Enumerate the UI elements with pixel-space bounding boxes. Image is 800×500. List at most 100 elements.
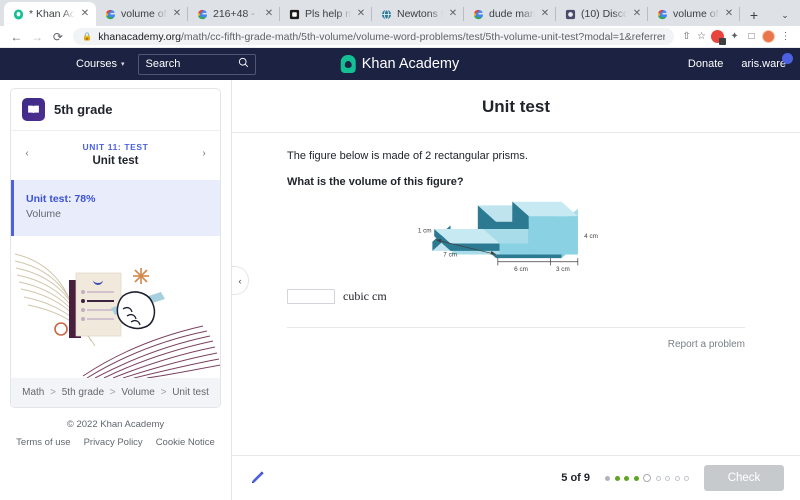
new-tab-button[interactable]: + — [743, 4, 765, 26]
cookie-notice-link[interactable]: Cookie Notice — [156, 437, 215, 448]
pencil-icon[interactable] — [248, 469, 266, 487]
search-placeholder: Search — [145, 58, 238, 70]
unit-info: UNIT 11: TEST Unit test — [35, 139, 196, 167]
figure-label-1cm: 1 cm — [418, 228, 432, 235]
chevron-down-icon[interactable]: ⌄ — [774, 4, 796, 26]
chevron-down-icon: ▾ — [121, 60, 125, 68]
next-unit-icon[interactable]: › — [196, 148, 212, 159]
answer-input[interactable] — [287, 289, 335, 304]
unit-navigator: ‹ UNIT 11: TEST Unit test › — [11, 131, 220, 173]
geometry-figure: 1 cm 7 cm 6 cm 3 cm 4 cm — [287, 188, 745, 282]
breadcrumb-item-volume[interactable]: Volume — [121, 387, 154, 398]
side-panel-icon[interactable]: □ — [743, 28, 760, 45]
exercise-content: The figure below is made of 2 rectangula… — [232, 133, 800, 455]
close-icon[interactable]: ✕ — [80, 9, 90, 19]
progress-dot — [665, 476, 670, 481]
terms-of-use-link[interactable]: Terms of use — [16, 437, 70, 448]
donate-link[interactable]: Donate — [688, 58, 723, 70]
back-button[interactable]: ← — [6, 27, 27, 47]
breadcrumb: Math > 5th grade > Volume > Unit test — [11, 378, 220, 407]
browser-tab-title: 216+48 - Google — [213, 8, 259, 20]
breadcrumb-item-math[interactable]: Math — [22, 387, 44, 398]
close-icon[interactable]: ✕ — [172, 9, 182, 19]
chevron-left-icon: ‹ — [239, 276, 242, 286]
close-icon[interactable]: ✕ — [356, 9, 366, 19]
brand-logo[interactable]: Khan Academy — [341, 55, 460, 73]
url-host: khanacademy.org — [98, 31, 181, 43]
unit-name: Unit test — [35, 155, 196, 167]
course-card: 5th grade ‹ UNIT 11: TEST Unit test › Un… — [10, 88, 221, 408]
browser-tab[interactable]: (10) Discover - R ✕ — [556, 2, 648, 26]
forward-button[interactable]: → — [27, 27, 48, 47]
browser-tab[interactable]: 216+48 - Google ✕ — [188, 2, 280, 26]
close-icon[interactable]: ✕ — [540, 9, 550, 19]
brand-name: Khan Academy — [362, 56, 460, 72]
browser-tab[interactable]: dude man piggy ✕ — [464, 2, 556, 26]
browser-tab-strip: * Khan Academy ✕ volume of a recta ✕ 216… — [0, 0, 800, 26]
share-icon[interactable]: ⇧ — [679, 29, 694, 44]
breadcrumb-item-grade[interactable]: 5th grade — [62, 387, 104, 398]
progress-dot-current — [643, 474, 651, 482]
header-right: Donate aris.ware — [688, 58, 786, 70]
browser-tab[interactable]: * Khan Academy ✕ — [4, 2, 96, 26]
khan-leaf-icon — [341, 55, 356, 73]
page-title: Unit test — [232, 80, 800, 132]
user-name: aris.ware — [741, 58, 786, 70]
close-icon[interactable]: ✕ — [724, 9, 734, 19]
courses-label: Courses — [76, 58, 117, 70]
browser-tab[interactable]: volume of a recta ✕ — [96, 2, 188, 26]
courses-menu[interactable]: Courses ▾ — [76, 58, 124, 70]
progress-dot — [624, 476, 629, 481]
test-illustration — [11, 236, 220, 378]
progress-dots — [605, 474, 689, 482]
breadcrumb-separator: > — [161, 387, 167, 398]
user-menu[interactable]: aris.ware — [741, 58, 786, 70]
figure-label-4cm: 4 cm — [584, 233, 598, 240]
figure-label-7cm: 7 cm — [443, 251, 457, 258]
search-icon — [238, 57, 249, 71]
bookmark-star-icon[interactable]: ☆ — [694, 29, 709, 44]
close-icon[interactable]: ✕ — [264, 9, 274, 19]
browser-tab[interactable]: Newtons Laws an ✕ — [372, 2, 464, 26]
browser-tab-title: Pls help me answ — [305, 8, 351, 20]
close-icon[interactable]: ✕ — [632, 9, 642, 19]
sidebar: 5th grade ‹ UNIT 11: TEST Unit test › Un… — [0, 80, 232, 500]
google-icon — [197, 9, 208, 20]
search-input[interactable]: Search — [138, 54, 256, 75]
site-header: Courses ▾ Search Khan Academy Donate ari… — [0, 48, 800, 80]
browser-menu-icon[interactable]: ⋮ — [777, 28, 794, 45]
unit-progress-title: Unit test: 78% — [26, 193, 220, 205]
url-path: /math/cc-fifth-grade-math/5th-volume/vol… — [181, 31, 665, 43]
progress-dot — [615, 476, 620, 481]
breadcrumb-separator: > — [110, 387, 116, 398]
google-icon — [657, 9, 668, 20]
progress-dot — [675, 476, 680, 481]
extension-badge-icon[interactable] — [709, 28, 726, 45]
figure-label-6cm: 6 cm — [514, 266, 528, 273]
browser-tab[interactable]: volume of 2 recta ✕ — [648, 2, 740, 26]
prompt-text: The figure below is made of 2 rectangula… — [287, 133, 745, 162]
book-icon — [22, 98, 45, 121]
browser-tab[interactable]: Pls help me answ ✕ — [280, 2, 372, 26]
close-icon[interactable]: ✕ — [448, 9, 458, 19]
browser-tab-title: volume of a recta — [121, 8, 167, 20]
report-problem-link[interactable]: Report a problem — [668, 339, 745, 350]
course-header[interactable]: 5th grade — [11, 89, 220, 131]
extensions-puzzle-icon[interactable]: ✦ — [726, 28, 743, 45]
breadcrumb-item-unit-test[interactable]: Unit test — [172, 387, 209, 398]
address-bar[interactable]: 🔒 khanacademy.org/math/cc-fifth-grade-ma… — [73, 28, 674, 45]
avatar[interactable] — [760, 28, 777, 45]
url-text: khanacademy.org/math/cc-fifth-grade-math… — [98, 31, 665, 43]
app-icon — [565, 9, 576, 20]
avatar — [782, 53, 793, 64]
unit-progress-item[interactable]: Unit test: 78% Volume — [11, 180, 220, 236]
check-button[interactable]: Check — [704, 465, 784, 491]
privacy-policy-link[interactable]: Privacy Policy — [84, 437, 143, 448]
browser-toolbar: ← → ⟳ 🔒 khanacademy.org/math/cc-fifth-gr… — [0, 26, 800, 48]
khan-leaf-icon — [13, 9, 24, 20]
prev-unit-icon[interactable]: ‹ — [19, 148, 35, 159]
reload-button[interactable]: ⟳ — [48, 27, 69, 47]
progress-dot — [634, 476, 639, 481]
browser-tab-title: * Khan Academy — [29, 8, 75, 20]
report-row: Report a problem — [287, 328, 745, 350]
